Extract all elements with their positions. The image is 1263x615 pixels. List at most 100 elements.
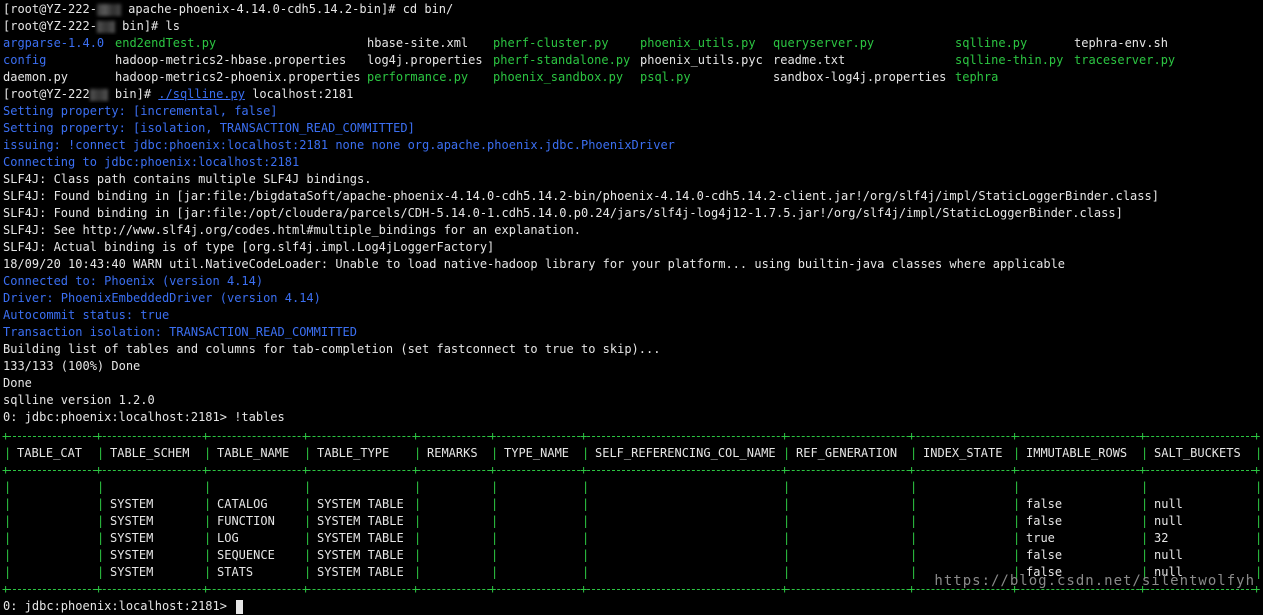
table-pipe: | [582, 548, 590, 562]
output-line: 0: jdbc:phoenix:localhost:2181> !tables [3, 410, 285, 424]
ls-entry: phoenix_utils.py [640, 36, 756, 50]
table-row: | | | | | | | | | | | | SYSTEM CATALOG SYSTEM TABLE fal… [3, 496, 1263, 513]
sqlline-prompt: 0: jdbc:phoenix:localhost:2181> [3, 599, 235, 613]
output-line: SLF4J: Actual binding is of type [org.sl… [3, 240, 495, 254]
table-border-joint: + [489, 463, 497, 477]
table-pipe: | [1255, 514, 1263, 528]
table-pipe: | [1255, 565, 1263, 579]
ls-entry: hbase-site.xml [367, 36, 469, 50]
table-border-joint: + [489, 582, 497, 596]
table-border-joint: + [95, 463, 103, 477]
table-cell: null [1154, 514, 1183, 528]
table-pipe: | [783, 446, 791, 460]
table-pipe: | [910, 531, 918, 545]
table-border-joint: + [302, 463, 310, 477]
table-cell: null [1154, 497, 1183, 511]
ls-entry: log4j.properties [367, 53, 483, 67]
redacted-host [96, 3, 121, 16]
table-pipe: | [4, 531, 12, 545]
table-pipe: | [204, 480, 212, 494]
table-pipe: | [204, 514, 212, 528]
table-pipe: | [304, 446, 312, 460]
shell-prompt: [root@YZ-222 [3, 87, 90, 101]
table-pipe: | [1255, 548, 1263, 562]
ls-entry: performance.py [367, 70, 469, 84]
table-pipe: | [204, 565, 212, 579]
output-line: issuing: !connect jdbc:phoenix:localhost… [3, 138, 675, 152]
table-pipe: | [491, 480, 499, 494]
table-pipe: | [414, 480, 422, 494]
output-line: SLF4J: See http://www.slf4j.org/codes.ht… [3, 223, 581, 237]
table-row: | | | | | | | | | | | | SYSTEM SEQUENCE SYSTEM TABLE fa… [3, 547, 1263, 564]
sqlline-input-line[interactable]: 0: jdbc:phoenix:localhost:2181> [3, 598, 1263, 615]
table-header-cell: SELF_REFERENCING_COL_NAME [595, 446, 776, 460]
table-border-joint: + [1253, 463, 1261, 477]
table-pipe: | [783, 548, 791, 562]
table-cell: SYSTEM [110, 565, 154, 579]
ls-entry: psql.py [640, 70, 691, 84]
table-cell: SYSTEM TABLE [317, 514, 404, 528]
table-pipe: | [1013, 497, 1021, 511]
table-pipe: | [304, 480, 312, 494]
table-pipe: | [1255, 446, 1263, 460]
table-cell: false [1026, 514, 1063, 528]
table-pipe: | [414, 531, 422, 545]
table-pipe: | [1141, 548, 1149, 562]
table-border-joint: + [302, 582, 310, 596]
table-pipe: | [491, 514, 499, 528]
output-line: 133/133 (100%) Done [3, 359, 141, 373]
ls-entry: queryserver.py [773, 36, 875, 50]
shell-prompt: [root@YZ-222- [3, 19, 97, 33]
table-pipe: | [783, 565, 791, 579]
table-pipe: | [910, 514, 918, 528]
shell-prompt-path: apache-phoenix-4.14.0-cdh5.14.2-bin]# [120, 2, 403, 16]
ls-entry: end2endTest.py [115, 36, 217, 50]
ls-entry: hadoop-metrics2-hbase.properties [115, 53, 347, 67]
table-cell: SEQUENCE [217, 548, 275, 562]
table-border-joint: + [202, 582, 210, 596]
table-cell: SYSTEM [110, 514, 154, 528]
table-header-cell: INDEX_STATE [923, 446, 1003, 460]
table-pipe: | [414, 565, 422, 579]
table-header-cell: REF_GENERATION [796, 446, 898, 460]
sqlline-output: Setting property: [incremental, false] Se… [3, 103, 1263, 426]
table-pipe: | [1013, 514, 1021, 528]
table-pipe: | [304, 531, 312, 545]
output-line: Autocommit status: true [3, 308, 170, 322]
table-pipe: | [97, 531, 105, 545]
terminal-window[interactable]: [root@YZ-222- apache-phoenix-4.14.0-cdh5… [2, 1, 1263, 614]
table-pipe: | [910, 548, 918, 562]
table-cell: false [1026, 497, 1063, 511]
table-pipe: | [97, 514, 105, 528]
table-cell: SYSTEM TABLE [317, 548, 404, 562]
table-border-dash [3, 470, 1259, 471]
table-pipe: | [414, 548, 422, 562]
table-pipe: | [582, 480, 590, 494]
table-pipe: | [304, 497, 312, 511]
table-border-joint: + [202, 463, 210, 477]
output-line: Done [3, 376, 32, 390]
table-pipe: | [304, 548, 312, 562]
table-pipe: | [582, 565, 590, 579]
table-border-joint: + [302, 429, 310, 443]
table-cell: false [1026, 548, 1063, 562]
output-line: Transaction isolation: TRANSACTION_READ_… [3, 325, 358, 339]
ls-entry: readme.txt [773, 53, 846, 67]
ls-entry: tephra-env.sh [1074, 36, 1168, 50]
table-border-joint: + [2, 429, 10, 443]
table-border-joint: + [489, 429, 497, 443]
table-border-joint: + [908, 429, 916, 443]
table-pipe: | [204, 446, 212, 460]
table-pipe: | [1013, 446, 1021, 460]
ls-entry: phoenix_sandbox.py [493, 70, 624, 84]
shell-prompt: [root@YZ-222- [3, 2, 97, 16]
ls-entry: sqlline-thin.py [955, 53, 1064, 67]
ls-entry: argparse-1.4.0 [3, 36, 105, 50]
table-border-joint: + [781, 429, 789, 443]
table-border-dash [3, 436, 1259, 437]
table-pipe: | [304, 514, 312, 528]
shell-args: localhost:2181 [244, 87, 354, 101]
table-pipe: | [910, 446, 918, 460]
table-pipe: | [783, 497, 791, 511]
table-pipe: | [783, 480, 791, 494]
